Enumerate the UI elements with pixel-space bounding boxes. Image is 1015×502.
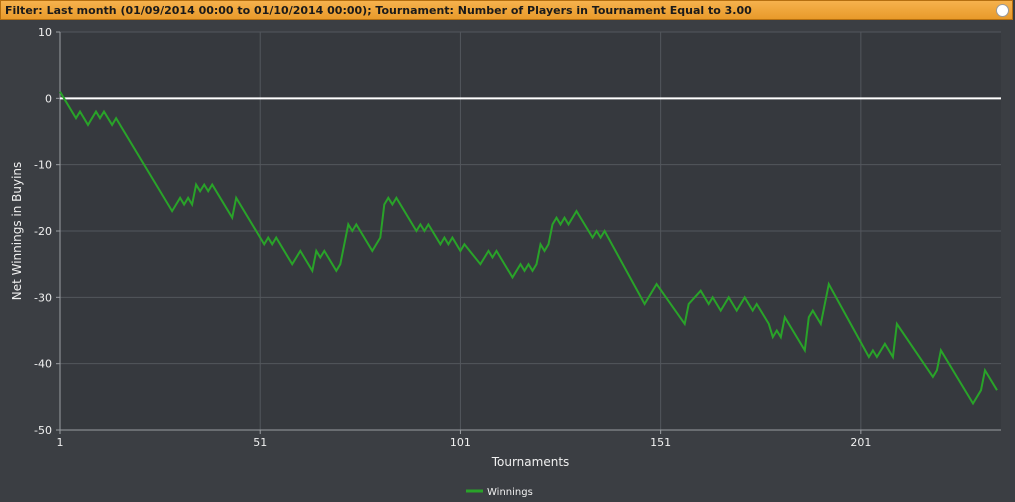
y-axis-title: Net Winnings in Buyins [10, 162, 24, 301]
filter-bar: Filter: Last month (01/09/2014 00:00 to … [0, 0, 1013, 20]
x-tick-label: 51 [253, 436, 267, 449]
y-tick-label: -50 [34, 424, 52, 437]
x-tick-label: 1 [57, 436, 64, 449]
y-tick-label: -40 [34, 358, 52, 371]
y-tick-label: 0 [45, 92, 52, 105]
x-tick-label: 201 [850, 436, 871, 449]
y-tick-label: -20 [34, 225, 52, 238]
y-tick-label: -30 [34, 291, 52, 304]
x-tick-label: 151 [650, 436, 671, 449]
y-tick-label: -10 [34, 159, 52, 172]
winnings-chart: 100-10-20-30-40-501 51 101 151 201 Tournamen… [10, 26, 1001, 498]
legend-label-winnings: Winnings [487, 487, 533, 498]
x-tick-label: 101 [450, 436, 471, 449]
x-axis-title: Tournaments [491, 455, 570, 469]
filter-text: Last month (01/09/2014 00:00 to 01/10/20… [46, 3, 752, 17]
legend[interactable]: Winnings [466, 487, 533, 498]
close-filter-icon[interactable] [996, 4, 1009, 17]
filter-label: Filter: [5, 3, 43, 17]
y-tick-label: 10 [38, 26, 52, 39]
chart-frame: 10 0 -10 -20 -30 -40 -50 1 51 101 151 201 Tournamen… [0, 20, 1015, 502]
